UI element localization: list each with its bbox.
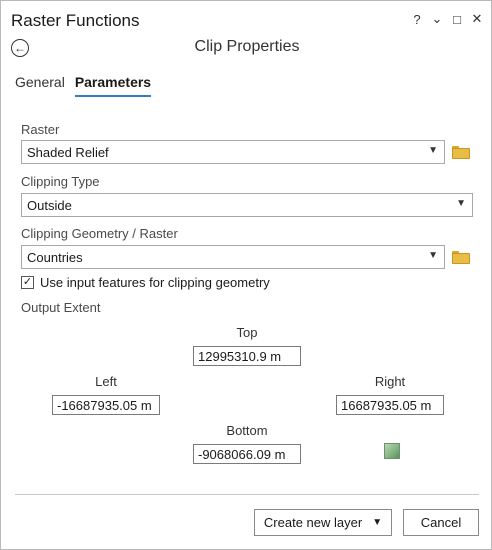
use-input-features-label: Use input features for clipping geometry: [40, 275, 270, 290]
raster-functions-pane: Raster Functions ? ⌄ □ ✕ ← Clip Properti…: [0, 0, 492, 550]
close-icon[interactable]: ✕: [471, 11, 483, 27]
extent-top-label: Top: [236, 325, 258, 340]
extent-right-input[interactable]: 16687935.05 m: [336, 395, 444, 415]
cancel-button[interactable]: Cancel: [403, 509, 479, 536]
create-new-layer-label: Create new layer: [263, 515, 363, 530]
extent-left-label: Left: [95, 374, 117, 389]
map-extent-icon[interactable]: [384, 443, 400, 459]
maximize-icon[interactable]: □: [451, 12, 463, 27]
tab-parameters[interactable]: Parameters: [74, 74, 152, 97]
help-icon[interactable]: ?: [411, 12, 423, 27]
use-input-features-option[interactable]: ✓ Use input features for clipping geomet…: [21, 275, 270, 290]
use-input-features-checkbox[interactable]: ✓: [21, 276, 34, 289]
chevron-down-icon: ▼: [428, 145, 438, 156]
raster-select[interactable]: Shaded Relief ▼: [21, 140, 445, 164]
clipping-type-value: Outside: [27, 198, 72, 213]
clipping-type-label: Clipping Type: [21, 174, 100, 189]
pane-title: Raster Functions: [11, 11, 140, 30]
clipping-type-select[interactable]: Outside ▼: [21, 193, 473, 217]
chevron-down-icon: ▼: [372, 517, 383, 528]
clipping-geometry-select[interactable]: Countries ▼: [21, 245, 445, 269]
tab-bar: General Parameters: [15, 74, 152, 97]
raster-select-value: Shaded Relief: [27, 145, 109, 160]
extent-top-input[interactable]: 12995310.9 m: [193, 346, 301, 366]
clipping-geometry-label: Clipping Geometry / Raster: [21, 226, 178, 241]
extent-bottom-input[interactable]: -9068066.09 m: [193, 444, 301, 464]
page-title: Clip Properties: [194, 38, 300, 55]
chevron-down-icon[interactable]: ⌄: [431, 11, 443, 27]
create-new-layer-button[interactable]: Create new layer ▼: [254, 509, 392, 536]
output-extent-label: Output Extent: [21, 300, 101, 315]
folder-icon[interactable]: [452, 146, 470, 159]
tab-general[interactable]: General: [15, 74, 65, 97]
clipping-geometry-value: Countries: [27, 250, 83, 265]
cancel-label: Cancel: [420, 515, 462, 530]
pane-controls: ? ⌄ □ ✕: [411, 11, 483, 27]
raster-label: Raster: [21, 122, 60, 137]
chevron-down-icon: ▼: [456, 198, 466, 209]
folder-icon[interactable]: [452, 251, 470, 264]
chevron-down-icon: ▼: [428, 250, 438, 261]
footer-divider: [15, 494, 479, 495]
extent-left-input[interactable]: -16687935.05 m: [52, 395, 160, 415]
extent-right-label: Right: [374, 374, 406, 389]
extent-bottom-label: Bottom: [226, 423, 268, 438]
